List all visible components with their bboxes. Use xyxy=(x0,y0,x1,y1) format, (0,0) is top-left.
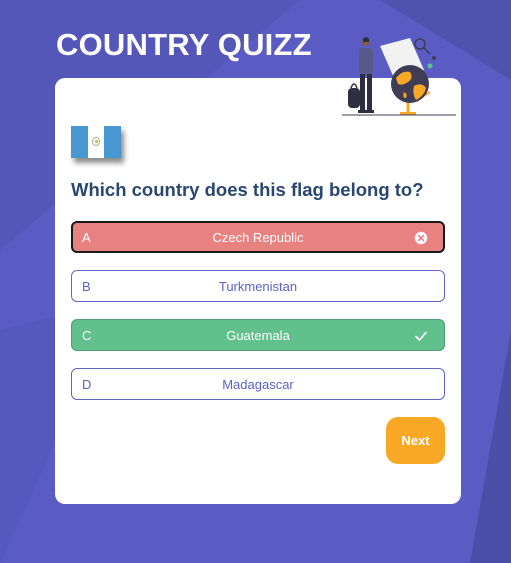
option-d-button[interactable]: D Madagascar xyxy=(71,368,445,400)
traveler-globe-illustration xyxy=(342,37,456,116)
option-c-button[interactable]: C Guatemala xyxy=(71,319,445,351)
x-circle-icon xyxy=(414,231,428,245)
option-label: Madagascar xyxy=(222,377,294,392)
guatemala-flag-icon xyxy=(71,126,122,158)
option-a-button[interactable]: A Czech Republic xyxy=(71,221,445,253)
app-title: COUNTRY QUIZZ xyxy=(56,27,312,62)
next-button[interactable]: Next xyxy=(386,417,445,464)
option-b-button[interactable]: B Turkmenistan xyxy=(71,270,445,302)
option-label: Turkmenistan xyxy=(218,279,298,294)
option-label: Guatemala xyxy=(226,328,290,343)
check-icon xyxy=(415,331,427,341)
question-text: Which country does this flag belong to? xyxy=(71,179,424,200)
option-label: Czech Republic xyxy=(212,230,304,245)
quiz-card: Which country does this flag belong to? … xyxy=(55,78,461,504)
